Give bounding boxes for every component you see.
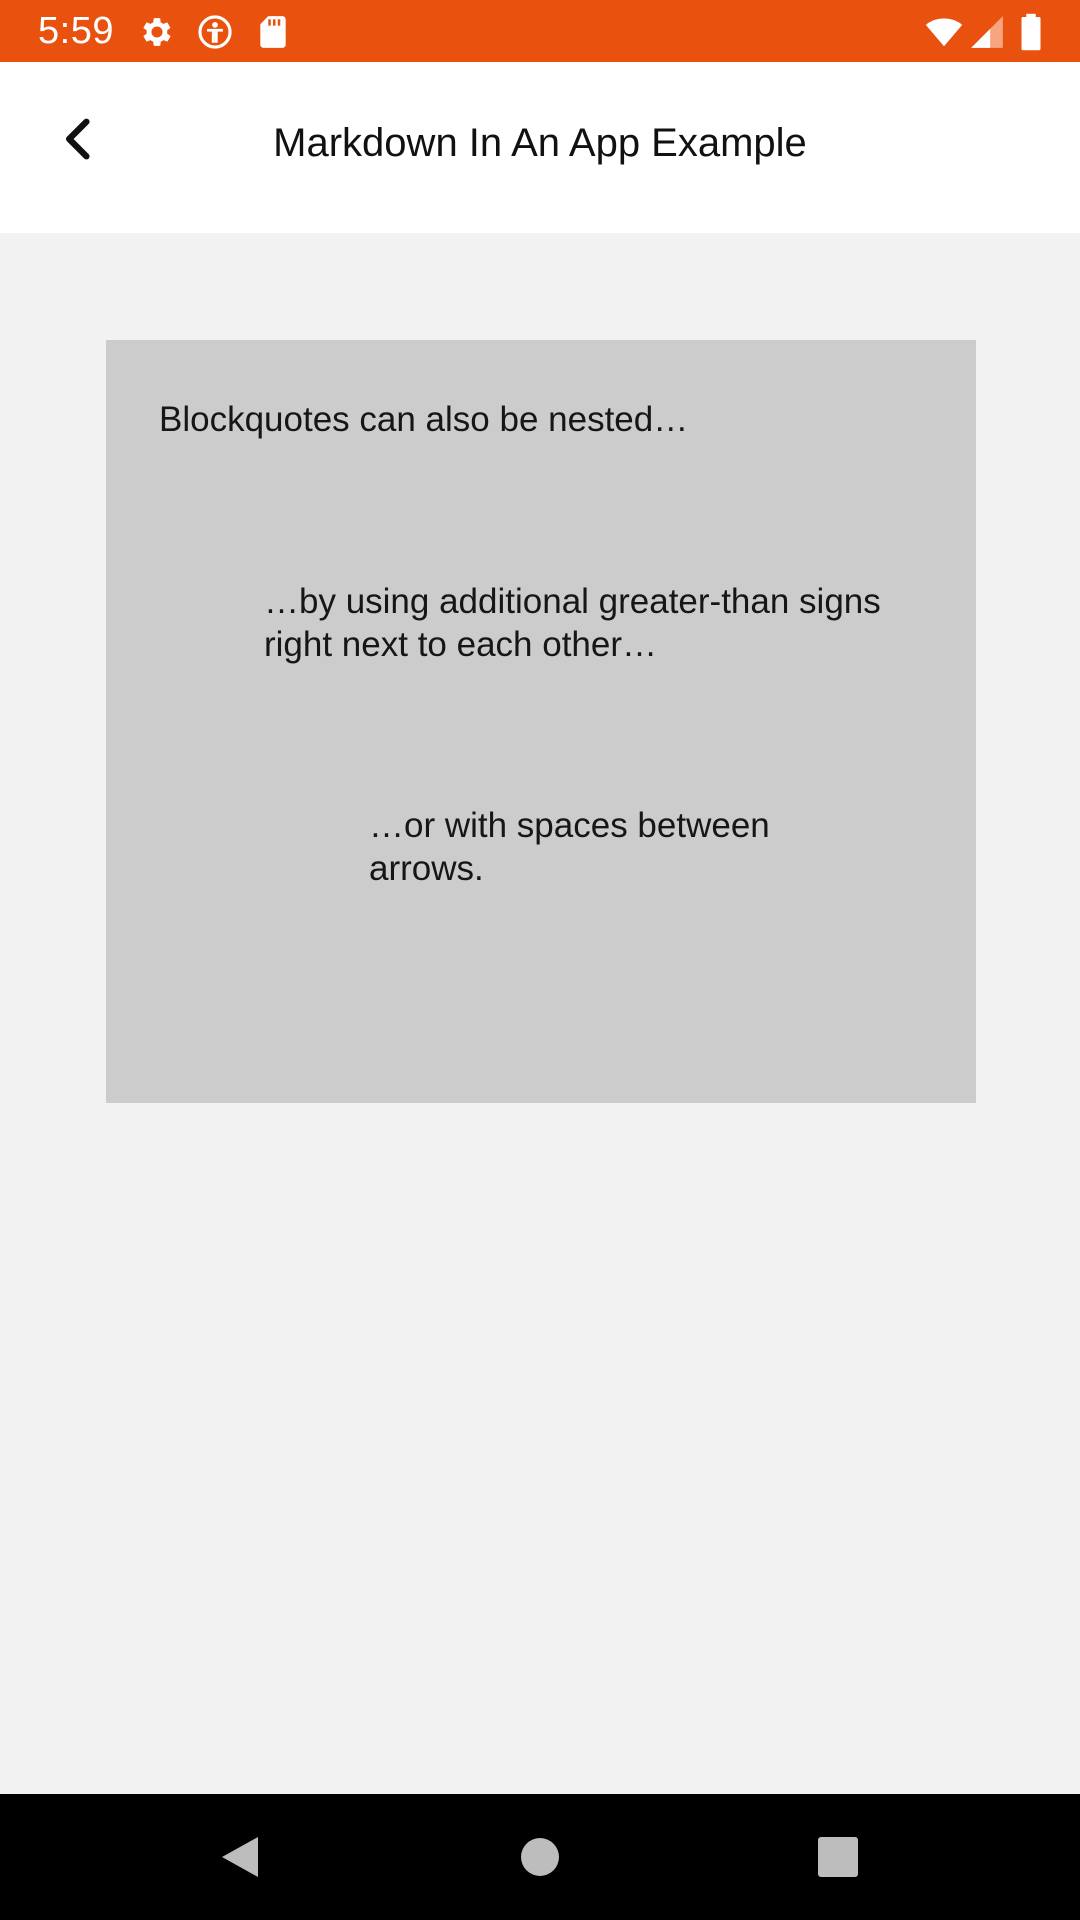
nav-home-button[interactable] [480, 1794, 600, 1920]
sd-card-icon [254, 13, 292, 51]
blockquote-level-3-text: …or with spaces between arrows. [369, 806, 770, 888]
back-button[interactable] [40, 102, 114, 176]
blockquote-level-1-text: Blockquotes can also be nested… [159, 400, 689, 439]
wifi-icon [922, 13, 966, 51]
page-title: Markdown In An App Example [273, 121, 807, 165]
blockquote-level-2-text: …by using additional greater-than signs … [264, 582, 881, 664]
nav-back-button[interactable] [180, 1794, 300, 1920]
gear-icon [138, 13, 176, 51]
battery-icon [1018, 13, 1044, 51]
nav-recents-button[interactable] [778, 1794, 898, 1920]
accessibility-icon [196, 13, 234, 51]
blockquote-card: Blockquotes can also be nested… …by usin… [106, 340, 976, 1103]
chevron-left-icon [66, 118, 90, 160]
back-triangle-icon [222, 1837, 258, 1877]
navigation-bar [0, 1794, 1080, 1920]
home-circle-icon [521, 1838, 559, 1876]
status-time: 5:59 [38, 10, 114, 52]
app-bar: Markdown In An App Example [0, 62, 1080, 233]
status-bar: 5:59 [0, 0, 1080, 62]
recents-square-icon [818, 1837, 858, 1877]
cell-signal-icon [968, 13, 1006, 51]
